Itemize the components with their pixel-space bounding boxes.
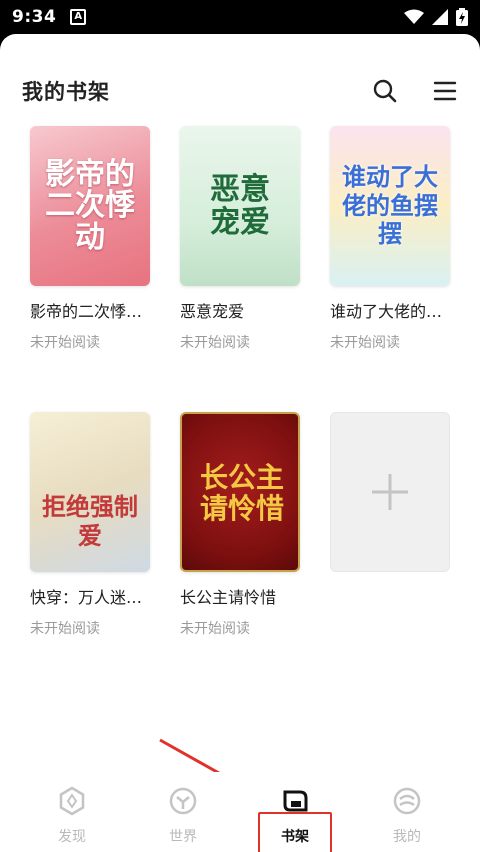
- header: 我的书架: [0, 34, 480, 114]
- book-title: 恶意宠爱: [180, 302, 245, 321]
- book-item[interactable]: 谁动了大佬的鱼摆摆 谁动了大佬的… 未开始阅读: [330, 126, 452, 352]
- plus-icon: [372, 474, 408, 510]
- status-icons: [404, 8, 468, 26]
- book-status: 未开始阅读: [30, 335, 100, 351]
- nav-label: 世界: [169, 829, 197, 845]
- cover-title-art: 谁动了大佬的鱼摆摆: [342, 162, 438, 249]
- book-status: 未开始阅读: [330, 335, 400, 351]
- nav-label: 发现: [58, 829, 86, 845]
- book-title: 影帝的二次悸…: [30, 302, 143, 321]
- book-title: 快穿：万人迷…: [30, 588, 143, 607]
- page-title: 我的书架: [22, 80, 110, 104]
- book-status: 未开始阅读: [180, 621, 250, 637]
- book-status: 未开始阅读: [30, 621, 100, 637]
- discover-icon: [59, 786, 85, 816]
- book-cover[interactable]: 恶意宠爱: [180, 126, 300, 286]
- cover-title-art: 长公主请怜惜: [199, 461, 284, 525]
- profile-icon: [393, 787, 421, 815]
- search-icon[interactable]: [372, 78, 398, 104]
- world-icon: [169, 787, 197, 815]
- highlight-annotation-box: [258, 812, 332, 852]
- book-cover[interactable]: 影帝的二次悸动: [30, 126, 150, 286]
- cover-title-art: 影帝的二次悸动: [45, 156, 135, 255]
- book-cover[interactable]: 长公主请怜惜: [180, 412, 300, 572]
- book-item[interactable]: 拒绝强制爱 快穿：万人迷… 未开始阅读: [30, 412, 152, 638]
- nav-label: 我的: [393, 829, 421, 845]
- menu-icon[interactable]: [432, 78, 458, 104]
- notification-icon: A: [70, 9, 87, 25]
- status-bar: 9:34 A: [0, 0, 480, 34]
- signal-icon: [432, 9, 448, 25]
- bottom-navigation: 发现 世界 书架 我的: [0, 772, 480, 852]
- book-title: 谁动了大佬的…: [330, 302, 443, 321]
- app-surface: 我的书架 影帝的二次悸动 影帝的二次悸… 未开始阅读 恶意宠爱 恶意宠爱 未开始…: [0, 34, 480, 852]
- cover-title-art: 恶意宠爱: [210, 172, 270, 240]
- cover-title-art: 拒绝强制爱: [42, 493, 138, 550]
- book-cover[interactable]: 拒绝强制爱: [30, 412, 150, 572]
- battery-icon: [456, 8, 468, 26]
- book-item[interactable]: 长公主请怜惜 长公主请怜惜 未开始阅读: [180, 412, 302, 638]
- book-status: 未开始阅读: [180, 335, 250, 351]
- book-item[interactable]: 恶意宠爱 恶意宠爱 未开始阅读: [180, 126, 302, 352]
- book-cover[interactable]: 谁动了大佬的鱼摆摆: [330, 126, 450, 286]
- nav-item-discover[interactable]: 发现: [32, 772, 112, 852]
- add-book-button[interactable]: [330, 412, 450, 572]
- nav-item-profile[interactable]: 我的: [367, 772, 447, 852]
- book-item[interactable]: 影帝的二次悸动 影帝的二次悸… 未开始阅读: [30, 126, 152, 352]
- wifi-icon: [404, 9, 424, 24]
- book-title: 长公主请怜惜: [180, 588, 277, 607]
- status-time: 9:34: [12, 7, 57, 27]
- nav-item-world[interactable]: 世界: [143, 772, 223, 852]
